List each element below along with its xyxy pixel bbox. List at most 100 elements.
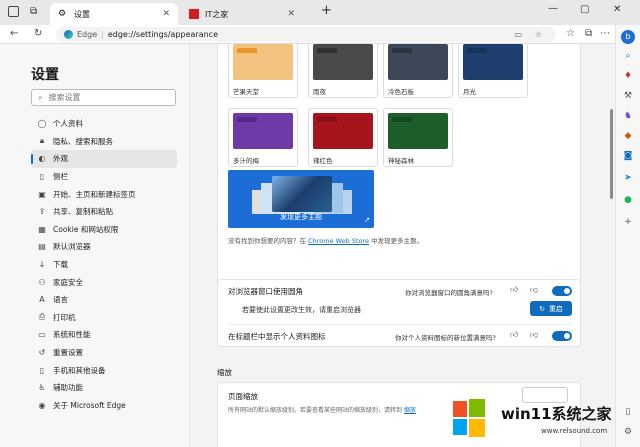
gear-icon: ⚙	[58, 9, 67, 19]
ithome-icon	[189, 9, 199, 19]
note-suffix: 中发现更多主题。	[371, 237, 424, 245]
theme-tile[interactable]: 雨夜	[308, 44, 378, 98]
zoom-description: 所有网站的默认缩放级别。若要查看某些网站的缩放级别，请转到 缩放	[228, 405, 416, 414]
palette-icon: ◐	[38, 154, 46, 164]
theme-swatch	[388, 113, 448, 149]
url-field[interactable]: Edge | edge://settings/appearance ▭ ☆	[56, 27, 556, 42]
home-icon: ▣	[38, 189, 46, 199]
bing-icon[interactable]: b	[621, 30, 635, 44]
close-icon[interactable]: ✕	[162, 9, 170, 19]
profile-icon[interactable]	[8, 6, 19, 17]
theme-tile[interactable]: 多汁的梅	[228, 108, 298, 167]
telegram-icon[interactable]: ➤	[622, 173, 634, 183]
games-icon[interactable]: ♞	[622, 111, 634, 121]
sidebar-item-sidebar[interactable]: ▯ 侧栏	[31, 168, 177, 186]
sidebar-item-profile[interactable]: ◯ 个人资料	[31, 115, 177, 133]
thumbs-down-icon[interactable]: 👎︎	[530, 285, 538, 295]
sidebar-item-printers[interactable]: ⎙ 打印机	[31, 309, 177, 327]
workspaces-icon[interactable]: ⧉	[30, 6, 37, 17]
minimize-icon[interactable]: —	[548, 3, 558, 14]
url-separator: |	[101, 30, 104, 39]
favorite-star-icon[interactable]: ☆	[535, 30, 542, 39]
zoom-link[interactable]: 缩放	[404, 407, 416, 414]
theme-tile[interactable]: 辣红色	[308, 108, 378, 167]
accessibility-icon: ♿︎	[38, 383, 46, 393]
sidebar-item-reset[interactable]: ↺ 重置设置	[31, 344, 177, 362]
reading-view-icon[interactable]: ▭	[514, 30, 522, 39]
rounded-corners-question: 你对浏览器窗口的圆角满意吗?	[405, 289, 493, 297]
outlook-icon[interactable]: ◙	[622, 151, 634, 161]
theme-folder-tab	[317, 48, 337, 53]
theme-tile[interactable]: 冷色石板	[383, 44, 453, 98]
sidebar-item-cookies[interactable]: ▦ Cookie 和网站权限	[31, 221, 177, 239]
share-icon: ⇪	[38, 207, 46, 217]
restart-icon: ↻	[539, 304, 545, 313]
sidebar-item-about[interactable]: ◉ 关于 Microsoft Edge	[31, 397, 177, 415]
theme-tile[interactable]: 神秘森林	[383, 108, 453, 167]
tab-ithome[interactable]: IT之家 ✕	[181, 3, 303, 25]
collections-icon[interactable]: ⧉	[585, 28, 592, 39]
sidebar-item-appearance[interactable]: ◐ 外观	[31, 150, 177, 168]
shopping-icon[interactable]: ♦	[622, 71, 634, 81]
theme-label: 雨夜	[313, 88, 326, 96]
browser-icon: ▤	[38, 242, 46, 252]
person-icon: ◯	[37, 119, 47, 129]
sidebar-item-system[interactable]: ▭ 系统和性能	[31, 326, 177, 344]
new-tab-button[interactable]: +	[321, 3, 332, 18]
more-icon[interactable]: ⋯	[600, 28, 610, 39]
thumbs-up-icon[interactable]: 👍︎	[510, 330, 518, 340]
sidebar-item-label: 开始、主页和新建标签页	[53, 189, 136, 199]
sidebar-item-accessibility[interactable]: ♿︎ 辅助功能	[31, 379, 177, 397]
theme-label: 辣红色	[313, 157, 333, 165]
note-prefix: 没有找到你想要的内容？在	[228, 237, 306, 245]
tools-icon[interactable]: ⚒	[622, 91, 634, 101]
thumbs-down-icon[interactable]: 👎︎	[530, 330, 538, 340]
maximize-icon[interactable]: ▢	[580, 4, 589, 15]
main-content: 芒果天堂 雨夜 冷色石板 月光多汁的梅 辣红色 神秘森林 发现更多主题 ↗ 没有找到你想要…	[190, 44, 608, 447]
sidebar-item-phone[interactable]: ▯ 手机和其他设备	[31, 361, 177, 379]
search-placeholder: 搜索设置	[48, 93, 81, 102]
sidebar-item-label: 个人资料	[53, 119, 83, 129]
external-link-icon: ↗	[364, 216, 370, 224]
discover-more-themes-button[interactable]: 发现更多主题 ↗	[228, 170, 374, 228]
theme-swatch	[233, 113, 293, 149]
page-title: 设置	[31, 67, 59, 83]
search-input[interactable]: ⌕ 搜索设置	[31, 89, 176, 106]
close-icon[interactable]: ✕	[287, 9, 295, 19]
sidebar-item-default-browser[interactable]: ▤ 默认浏览器	[31, 238, 177, 256]
restart-button[interactable]: ↻ 重启	[530, 301, 572, 316]
sidebar-item-label: Cookie 和网站权限	[53, 224, 119, 234]
favorites-icon[interactable]: ☆	[566, 28, 575, 39]
sidebar-item-privacy[interactable]: 🔒︎ 隐私、搜索和服务	[31, 133, 177, 151]
refresh-icon[interactable]: ↻	[34, 28, 42, 39]
theme-folder-tab	[467, 48, 487, 53]
spotify-icon[interactable]: ●	[622, 195, 634, 205]
sidebar-item-family[interactable]: ⚇ 家庭安全	[31, 273, 177, 291]
language-icon: A	[39, 295, 45, 305]
sidebar-item-start[interactable]: ▣ 开始、主页和新建标签页	[31, 185, 177, 203]
theme-tile[interactable]: 芒果天堂	[228, 44, 298, 98]
zoom-desc-text: 所有网站的默认缩放级别。若要查看某些网站的缩放级别，请转到	[228, 407, 403, 414]
thumbs-up-icon[interactable]: 👍︎	[510, 285, 518, 295]
scrollbar-thumb[interactable]	[610, 109, 613, 199]
sidebar-item-downloads[interactable]: ↓ 下载	[31, 256, 177, 274]
search-icon[interactable]: ⌕	[622, 51, 634, 61]
tab-settings[interactable]: ⚙ 设置 ✕	[50, 3, 178, 25]
sidebar-item-label: 外观	[53, 154, 68, 164]
rounded-corners-toggle[interactable]	[552, 286, 572, 296]
watermark-url: www.relsound.com	[541, 427, 608, 435]
restart-row: 若要使此设置更改生效，请重启浏览器 ↻ 重启	[228, 301, 572, 317]
sidebar-item-language[interactable]: A 语言	[31, 291, 177, 309]
theme-tile[interactable]: 月光	[458, 44, 528, 98]
sidebar-item-share[interactable]: ⇪ 共享、复制和粘贴	[31, 203, 177, 221]
back-icon[interactable]: ←	[10, 28, 18, 39]
add-icon[interactable]: +	[622, 217, 634, 227]
close-window-icon[interactable]: ✕	[613, 4, 621, 15]
profile-icon-toggle[interactable]	[552, 331, 572, 341]
office-icon[interactable]: ◆	[622, 131, 634, 141]
sidebar-icon: ▯	[39, 172, 45, 182]
chrome-web-store-link[interactable]: Chrome Web Store	[308, 237, 369, 245]
sidebar-item-label: 打印机	[53, 312, 76, 322]
theme-swatch	[313, 44, 373, 80]
theme-swatch	[233, 44, 293, 80]
